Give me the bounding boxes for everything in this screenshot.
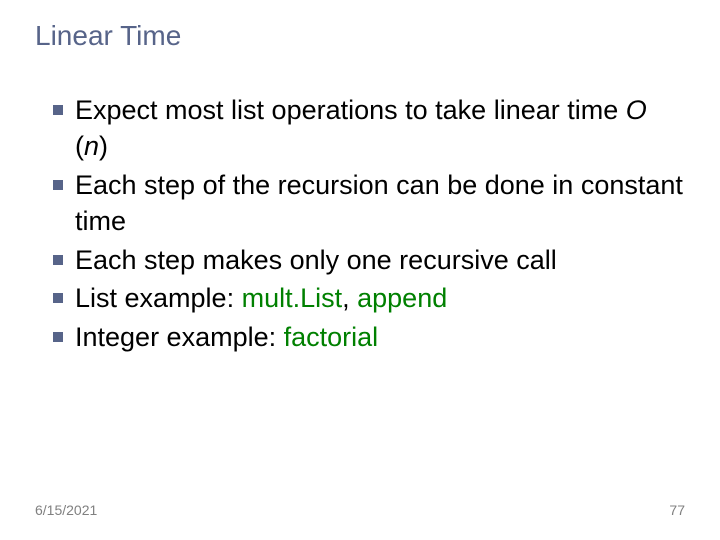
bullet-square-icon [53, 332, 63, 342]
footer-page-number: 77 [669, 502, 685, 518]
text-span: ( [75, 131, 84, 161]
bullet-text: List example: mult.List, append [75, 280, 447, 316]
bullet-square-icon [53, 255, 63, 265]
code-term: mult.List [242, 283, 343, 313]
footer-date: 6/15/2021 [35, 502, 97, 518]
list-item: Each step of the recursion can be done i… [53, 167, 685, 240]
text-span: , [342, 283, 357, 313]
bullet-square-icon [53, 180, 63, 190]
text-span: ) [99, 131, 108, 161]
big-o-symbol: O [626, 95, 647, 125]
bullet-square-icon [53, 105, 63, 115]
list-item: Integer example: factorial [53, 319, 685, 355]
bullet-square-icon [53, 293, 63, 303]
slide-title: Linear Time [35, 20, 685, 52]
slide-content: Expect most list operations to take line… [35, 92, 685, 355]
list-item: Expect most list operations to take line… [53, 92, 685, 165]
code-term: factorial [284, 322, 379, 352]
text-span: Integer example: [75, 322, 284, 352]
text-span: Expect most list operations to take line… [75, 95, 626, 125]
bullet-text: Integer example: factorial [75, 319, 378, 355]
bullet-text: Expect most list operations to take line… [75, 92, 685, 165]
bullet-text: Each step of the recursion can be done i… [75, 167, 685, 240]
slide-footer: 6/15/2021 77 [35, 502, 685, 518]
list-item: List example: mult.List, append [53, 280, 685, 316]
code-term: append [357, 283, 447, 313]
list-item: Each step makes only one recursive call [53, 242, 685, 278]
variable-n: n [84, 131, 99, 161]
bullet-text: Each step makes only one recursive call [75, 242, 557, 278]
text-span: List example: [75, 283, 242, 313]
